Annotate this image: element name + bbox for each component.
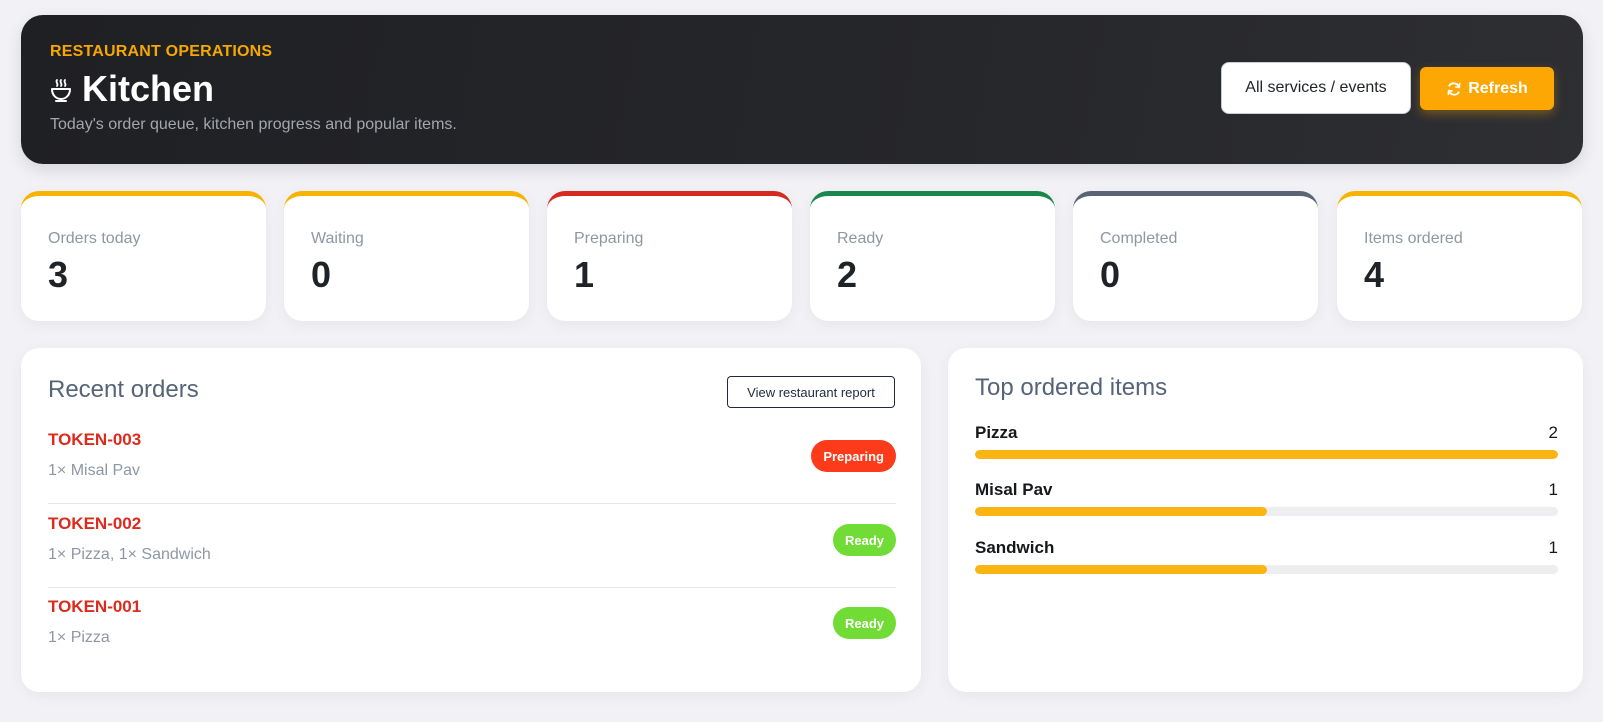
- stat-card-items-ordered: Items ordered 4: [1337, 191, 1582, 321]
- top-item: Misal Pav 1: [975, 480, 1558, 530]
- stat-card-waiting: Waiting 0: [284, 191, 529, 321]
- order-items: 1× Pizza, 1× Sandwich: [48, 546, 211, 563]
- stat-value: 2: [837, 254, 858, 295]
- view-restaurant-report-button[interactable]: View restaurant report: [727, 376, 895, 408]
- stat-label: Ready: [837, 230, 884, 247]
- header-title-row: Kitchen: [50, 67, 214, 111]
- order-items: 1× Pizza: [48, 629, 110, 646]
- status-badge: Ready: [832, 607, 896, 639]
- order-token: TOKEN-001: [48, 597, 142, 616]
- order-items: 1× Misal Pav: [48, 462, 141, 479]
- stat-card-completed: Completed 0: [1073, 191, 1318, 321]
- top-item-bar-fill: [975, 450, 1558, 459]
- order-row[interactable]: TOKEN-001 1× Pizza Ready: [48, 587, 896, 671]
- top-item-count: 1: [1548, 538, 1558, 557]
- stat-value: 4: [1364, 254, 1385, 295]
- status-badge: Ready: [832, 524, 896, 556]
- stat-label: Items ordered: [1364, 230, 1463, 247]
- top-item-name: Misal Pav: [975, 480, 1053, 499]
- recent-orders-title: Recent orders: [48, 376, 199, 403]
- stat-value: 3: [48, 254, 69, 295]
- header-banner: RESTAURANT OPERATIONS Kitchen Today's or…: [21, 15, 1583, 164]
- refresh-label: Refresh: [1468, 79, 1528, 97]
- top-item-count: 2: [1548, 423, 1558, 442]
- top-item: Sandwich 1: [975, 538, 1558, 588]
- top-item-bar-track: [975, 565, 1558, 574]
- top-item-bar-track: [975, 450, 1558, 459]
- order-row[interactable]: TOKEN-002 1× Pizza, 1× Sandwich Ready: [48, 504, 896, 588]
- stat-card-orders-today: Orders today 3: [21, 191, 266, 321]
- stat-value: 1: [574, 254, 595, 295]
- stat-card-preparing: Preparing 1: [547, 191, 792, 321]
- order-token: TOKEN-003: [48, 430, 142, 449]
- top-items-panel: Top ordered items Pizza 2 Misal Pav 1 Sa…: [948, 348, 1583, 692]
- stat-card-ready: Ready 2: [810, 191, 1055, 321]
- bowl-steam-icon: [51, 79, 71, 102]
- stat-value: 0: [311, 254, 332, 295]
- page-subtitle: Today's order queue, kitchen progress an…: [50, 116, 457, 133]
- stat-label: Waiting: [311, 230, 364, 247]
- top-item-name: Pizza: [975, 423, 1018, 442]
- refresh-icon: [1447, 81, 1461, 96]
- page-title: Kitchen: [82, 68, 215, 109]
- header-eyebrow: RESTAURANT OPERATIONS: [50, 43, 273, 60]
- stat-label: Preparing: [574, 230, 644, 247]
- stat-label: Orders today: [48, 230, 141, 247]
- stat-value: 0: [1100, 254, 1121, 295]
- top-item-bar-fill: [975, 565, 1267, 574]
- top-item-bar-track: [975, 507, 1558, 516]
- refresh-button[interactable]: Refresh: [1420, 67, 1554, 110]
- status-badge: Preparing: [811, 440, 896, 472]
- order-row[interactable]: TOKEN-003 1× Misal Pav Preparing: [48, 420, 896, 504]
- service-filter-select[interactable]: All services / events: [1221, 62, 1411, 114]
- top-items-title: Top ordered items: [975, 374, 1168, 401]
- recent-orders-panel: Recent orders View restaurant report TOK…: [21, 348, 921, 692]
- top-item-name: Sandwich: [975, 538, 1055, 557]
- stat-label: Completed: [1100, 230, 1178, 247]
- top-item-count: 1: [1548, 480, 1558, 499]
- order-token: TOKEN-002: [48, 514, 142, 533]
- top-item: Pizza 2: [975, 423, 1558, 473]
- top-item-bar-fill: [975, 507, 1267, 516]
